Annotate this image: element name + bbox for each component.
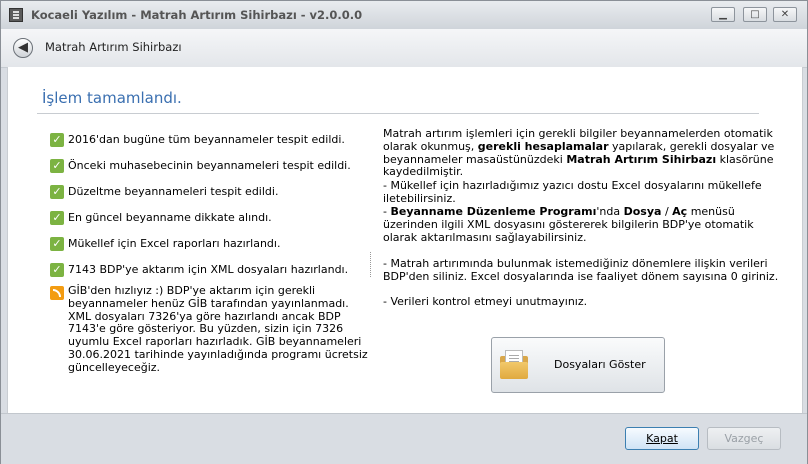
close-button[interactable]: ✕ [773,7,797,22]
title-bar[interactable]: Kocaeli Yazılım - Matrah Artırım Sihirba… [1,1,807,29]
checklist-label: 7143 BDP'ye aktarım için XML dosyaları h… [68,263,349,276]
info-paragraph: Matrah artırım işlemleri için gerekli bi… [383,127,775,179]
close-wizard-button[interactable]: Kapat [625,427,699,450]
checklist-label: Önceki muhasebecinin beyannameleri tespi… [68,159,351,172]
checkmark-icon: ✓ [50,159,64,173]
checklist-label: En güncel beyanname dikkate alındı. [68,211,272,224]
column-separator [370,252,371,277]
info-paragraph: - Matrah artırımında bulunmak istemediği… [383,257,779,283]
maximize-button[interactable]: □ [743,7,767,22]
window-title: Kocaeli Yazılım - Matrah Artırım Sihirba… [31,8,363,22]
checkmark-icon: ✓ [50,237,64,251]
folder-icon [500,350,528,380]
info-paragraph: - Beyanname Düzenleme Programı'nda Dosya… [383,205,754,244]
minimize-button[interactable]: ▁ [711,7,735,22]
page-title: İşlem tamamlandı. [42,89,182,107]
checklist-label: Mükellef için Excel raporları hazırlandı… [68,237,281,250]
checkmark-icon: ✓ [50,185,64,199]
show-files-label: Dosyaları Göster [554,358,646,371]
info-paragraph: - Mükellef için hazırladığımız yazıcı do… [383,179,762,205]
heading-divider [37,113,759,114]
checkmark-icon: ✓ [50,133,64,147]
gib-note: GİB'den hızlıyız :) BDP'ye aktarım için … [68,284,368,374]
cancel-button[interactable]: Vazgeç [707,427,781,450]
wizard-title: Matrah Artırım Sihirbazı [45,40,182,54]
checkmark-icon: ✓ [50,263,64,277]
wizard-footer: Kapat Vazgeç [1,413,807,464]
checklist-label: Düzeltme beyannameleri tespit edildi. [68,185,279,198]
show-files-button[interactable]: Dosyaları Göster [491,337,665,393]
app-icon [9,8,23,22]
checklist-label: 2016'dan bugüne tüm beyannameler tespit … [68,133,345,146]
info-paragraph: - Verileri kontrol etmeyi unutmayınız. [383,295,588,308]
back-arrow-icon[interactable]: ◀ [13,38,33,58]
wizard-content: İşlem tamamlandı. ✓ 2016'dan bugüne tüm … [7,67,803,413]
rss-icon [50,286,64,300]
wizard-window: Kocaeli Yazılım - Matrah Artırım Sihirba… [0,0,808,464]
checkmark-icon: ✓ [50,211,64,225]
wizard-header: ◀ Matrah Artırım Sihirbazı [1,29,807,68]
